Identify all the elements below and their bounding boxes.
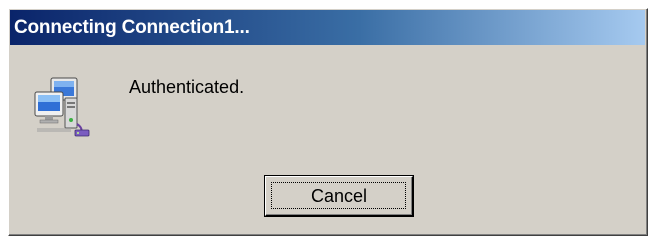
network-connection-icon [31,74,93,138]
window-title: Connecting Connection1... [14,16,250,38]
title-bar[interactable]: Connecting Connection1... [10,10,645,45]
connecting-dialog: Connecting Connection1... Authenticated.… [8,8,648,236]
cancel-button-label: Cancel [310,185,368,206]
status-message: Authenticated. [129,77,245,97]
cancel-button[interactable]: Cancel [265,176,413,216]
